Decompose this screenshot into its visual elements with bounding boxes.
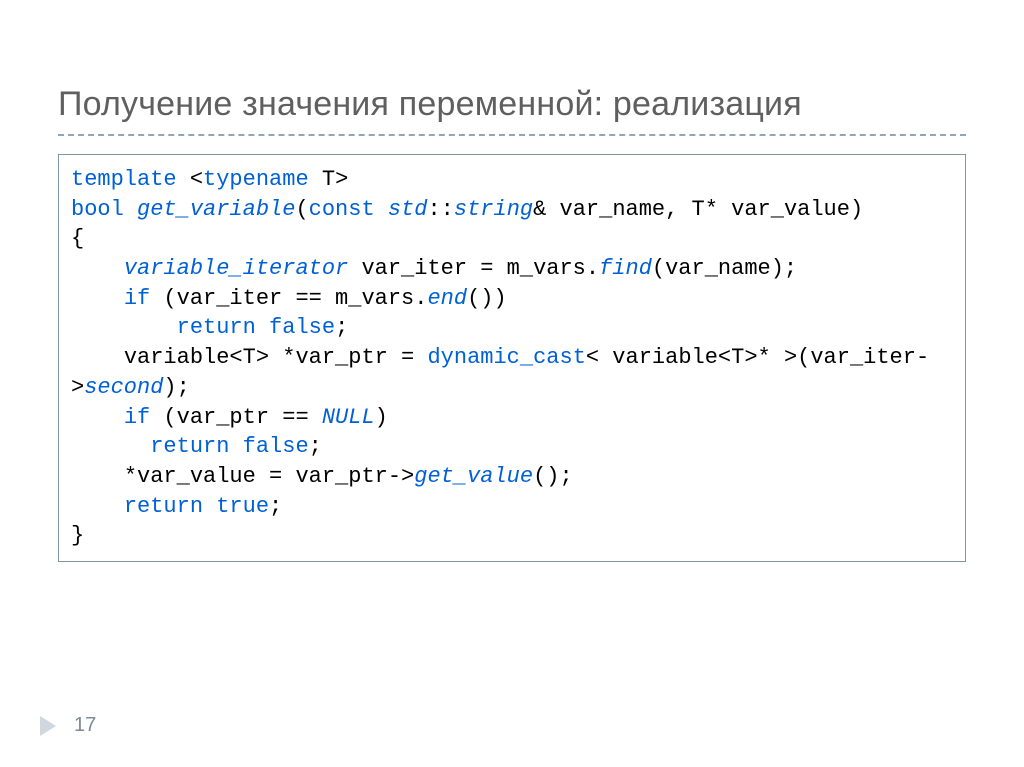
l8-tail: ) [375, 405, 388, 430]
ns-std: std [388, 197, 428, 222]
kw-template: template [71, 167, 177, 192]
fn-end: end [427, 286, 467, 311]
member-second: second [84, 375, 163, 400]
triangle-marker-icon [40, 716, 56, 736]
l8-mid: (var_ptr == [150, 405, 322, 430]
code-box: template <typename T> bool get_variable(… [58, 154, 966, 562]
page-number: 17 [74, 714, 96, 737]
kw-return-2: return [150, 434, 229, 459]
l4-tail: (var_name); [652, 256, 797, 281]
kw-false-2: false [243, 434, 309, 459]
kw-dynamic-cast: dynamic_cast [427, 345, 585, 370]
type-T: T [322, 167, 335, 192]
kw-const: const [309, 197, 375, 222]
type-string: string [454, 197, 533, 222]
kw-if-2: if [124, 405, 150, 430]
code-block: template <typename T> bool get_variable(… [71, 165, 953, 551]
l4-mid: var_iter = m_vars. [348, 256, 599, 281]
null-literal: NULL [322, 405, 375, 430]
kw-return-3: return [124, 494, 203, 519]
page-footer: 17 [40, 714, 96, 737]
l7-prefix: variable<T> *var_ptr = [71, 345, 427, 370]
kw-typename: typename [203, 167, 309, 192]
brace-close: } [71, 523, 84, 548]
sig-rest: & var_name, T* var_value) [533, 197, 863, 222]
fn-get-variable: get_variable [137, 197, 295, 222]
kw-true: true [216, 494, 269, 519]
type-variable-iterator: variable_iterator [124, 256, 348, 281]
brace-open: { [71, 226, 84, 251]
kw-if: if [124, 286, 150, 311]
fn-get-value: get_value [414, 464, 533, 489]
kw-bool: bool [71, 197, 124, 222]
slide: Получение значения переменной: реализаци… [0, 0, 1024, 767]
kw-false: false [269, 315, 335, 340]
divider [58, 134, 966, 136]
kw-return: return [177, 315, 256, 340]
l7-close: ); [163, 375, 189, 400]
l5-tail: ()) [467, 286, 507, 311]
l10-prefix: *var_value = var_ptr-> [71, 464, 414, 489]
l10-tail: (); [533, 464, 573, 489]
l5-mid: (var_iter == m_vars. [150, 286, 427, 311]
fn-find: find [599, 256, 652, 281]
slide-title: Получение значения переменной: реализаци… [58, 85, 994, 124]
